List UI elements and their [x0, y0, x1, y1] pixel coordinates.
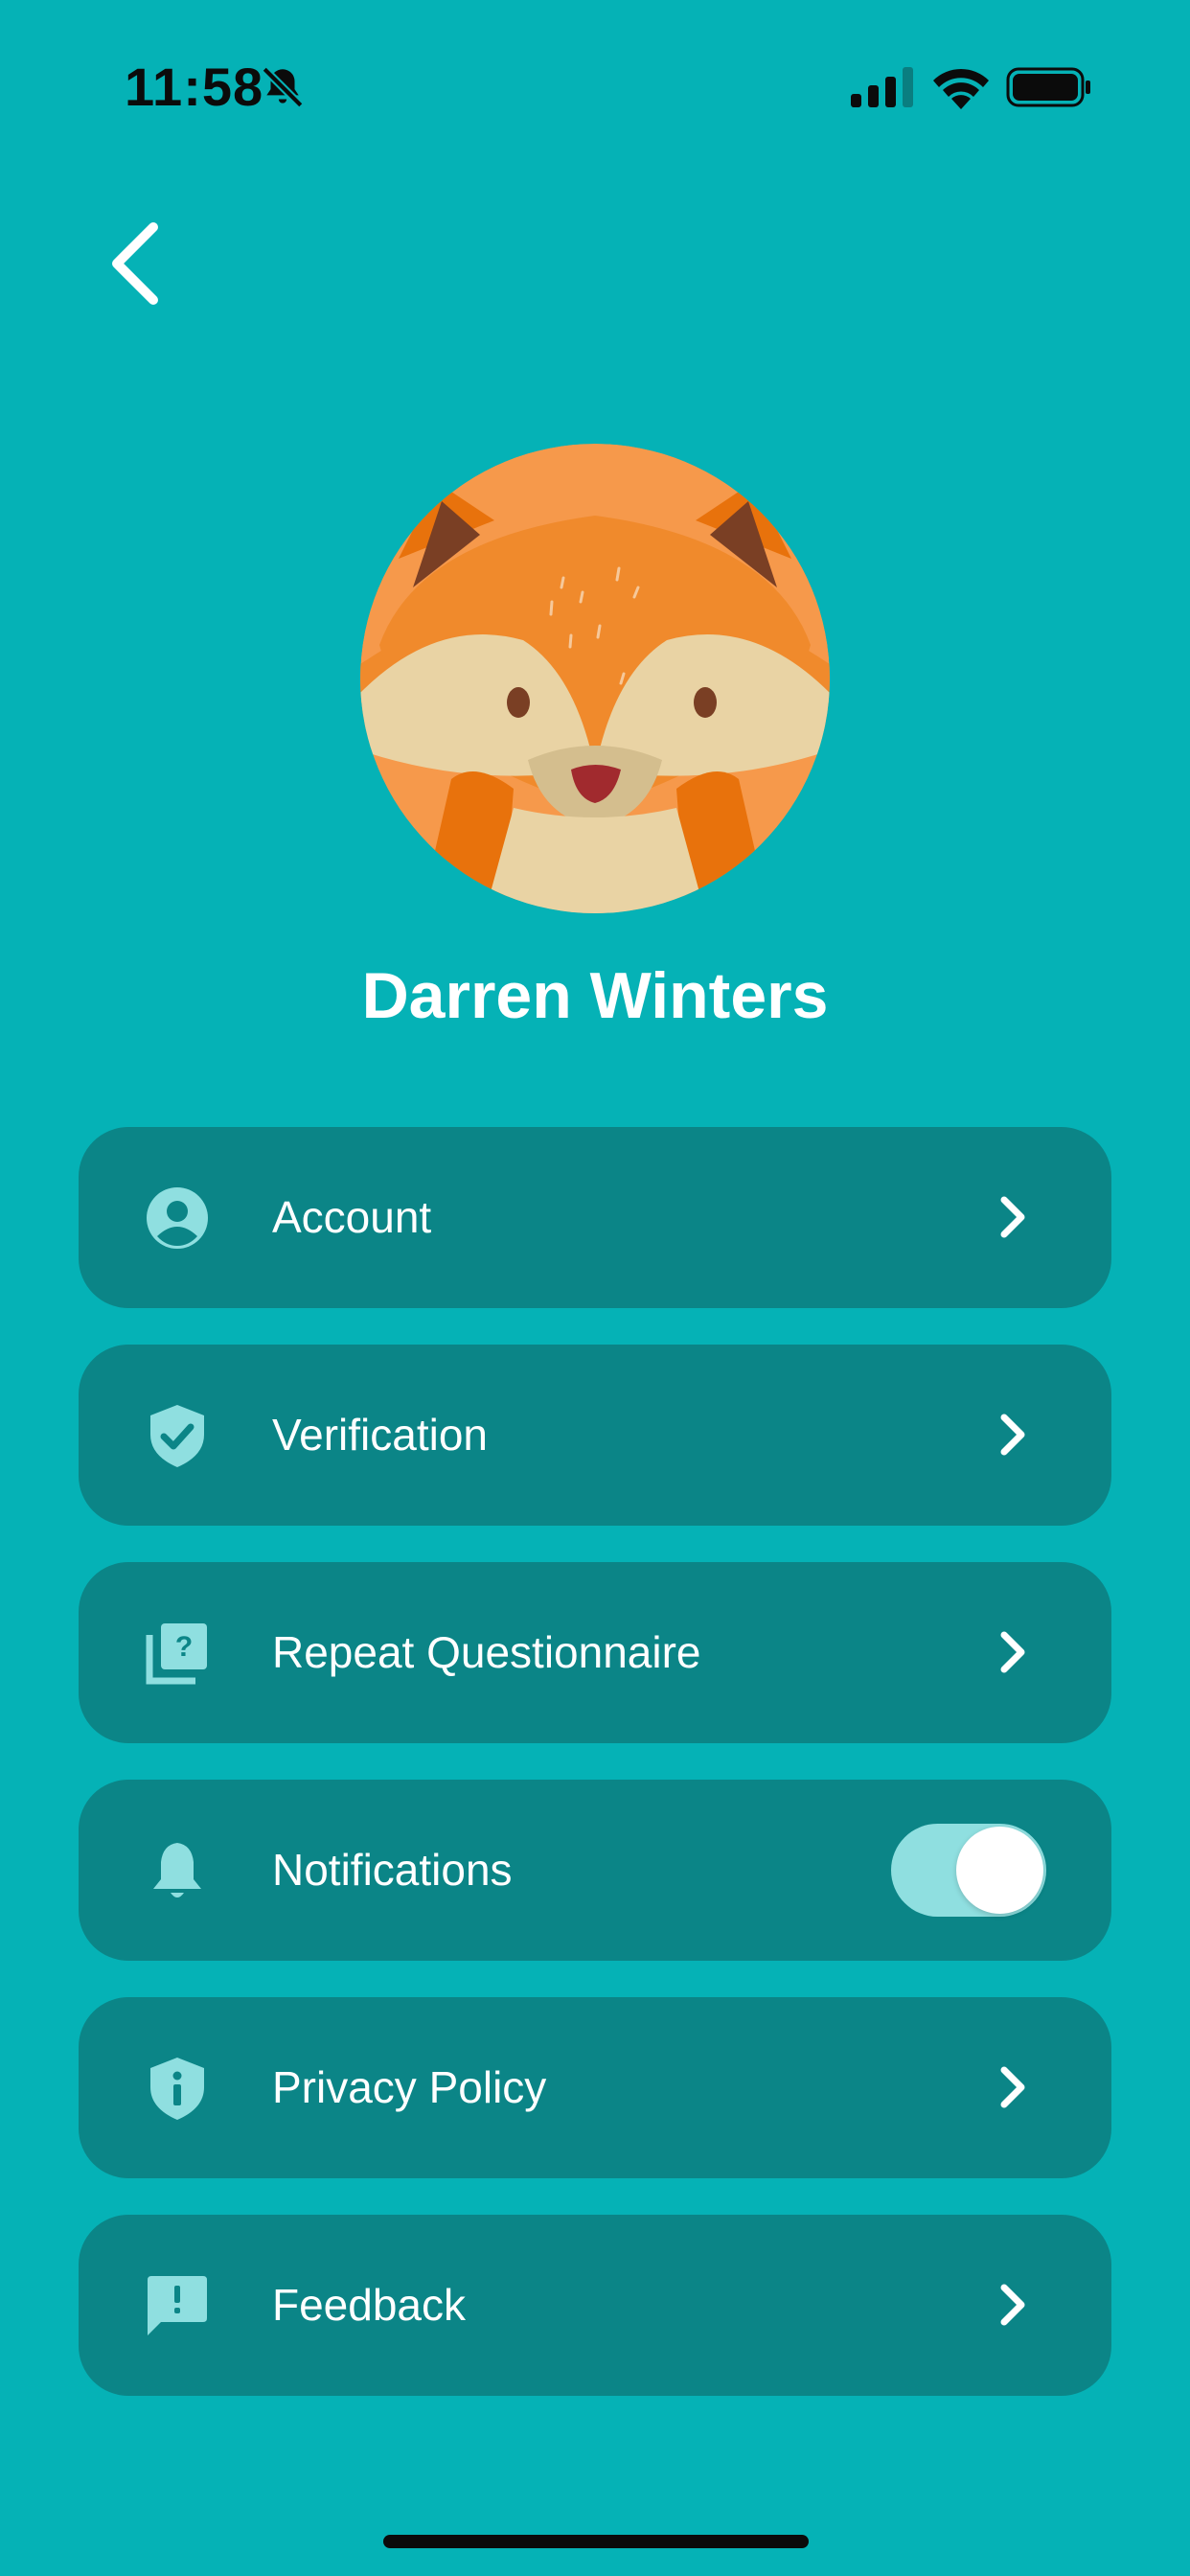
menu-item-label: Repeat Questionnaire	[272, 1627, 701, 1677]
battery-icon	[1006, 67, 1090, 107]
user-circle-icon	[147, 1187, 208, 1249]
status-time: 11:58	[125, 57, 264, 117]
menu-item-label: Notifications	[272, 1845, 513, 1895]
settings-menu: Account Verification ? Repeat Questionna…	[79, 1127, 1111, 2432]
shield-check-icon	[150, 1405, 204, 1467]
chevron-right-icon	[1000, 1631, 1025, 1673]
menu-item-verification[interactable]: Verification	[79, 1345, 1111, 1526]
menu-item-repeat-questionnaire[interactable]: ? Repeat Questionnaire	[79, 1562, 1111, 1743]
menu-item-label: Verification	[272, 1410, 489, 1460]
svg-text:?: ?	[175, 1631, 193, 1663]
menu-item-label: Feedback	[272, 2280, 467, 2330]
chevron-left-icon	[112, 222, 158, 305]
feedback-icon	[148, 2276, 207, 2335]
notifications-toggle[interactable]	[891, 1824, 1046, 1917]
chevron-right-icon	[1000, 2284, 1025, 2326]
signal-icon	[851, 67, 913, 107]
menu-item-privacy-policy[interactable]: Privacy Policy	[79, 1997, 1111, 2178]
back-button[interactable]	[96, 216, 182, 311]
bell-slash-icon	[262, 66, 304, 108]
chevron-right-icon	[1000, 2066, 1025, 2108]
menu-item-account[interactable]: Account	[79, 1127, 1111, 1308]
chevron-right-icon	[1000, 1196, 1025, 1238]
wifi-icon	[933, 68, 989, 109]
profile-name: Darren Winters	[361, 959, 829, 1032]
toggle-knob	[956, 1827, 1043, 1914]
menu-item-label: Privacy Policy	[272, 2062, 547, 2112]
menu-item-feedback[interactable]: Feedback	[79, 2215, 1111, 2396]
bell-icon	[153, 1843, 201, 1898]
menu-item-notifications: Notifications	[79, 1780, 1111, 1961]
shield-info-icon	[150, 2058, 204, 2120]
home-indicator	[383, 2535, 809, 2548]
avatar	[360, 444, 830, 913]
chevron-right-icon	[1000, 1414, 1025, 1456]
menu-item-label: Account	[272, 1192, 432, 1242]
question-library-icon: ?	[146, 1623, 207, 1685]
status-bar: 11:58	[0, 0, 1190, 172]
